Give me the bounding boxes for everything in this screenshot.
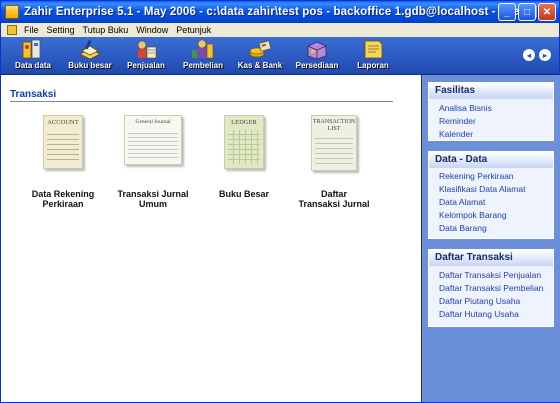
link-analisa-bisnis[interactable]: Analisa Bisnis <box>429 102 553 115</box>
menu-petunjuk[interactable]: Petunjuk <box>172 25 215 35</box>
data-icon <box>22 39 41 59</box>
sales-icon <box>137 40 157 59</box>
menu-window[interactable]: Window <box>132 25 172 35</box>
panel-title[interactable]: Daftar Transaksi <box>429 250 553 266</box>
doc-label: Transaksi Jurnal Umum <box>103 189 203 209</box>
toolbar-laporan-button[interactable]: Laporan <box>347 38 399 72</box>
toolbar-data-data-button[interactable]: Data data <box>7 38 59 72</box>
link-data-barang[interactable]: Data Barang <box>429 222 553 235</box>
doc-daftar-transaksi-jurnal[interactable]: TRANSACTION LIST Daftar Transaksi Jurnal <box>284 115 384 209</box>
doc-buku-besar[interactable]: LEDGER Buku Besar <box>194 115 294 199</box>
app-icon <box>5 5 19 19</box>
minimize-button[interactable]: _ <box>498 3 516 21</box>
toolbar-label: Penjualan <box>127 61 165 70</box>
link-daftar-piutang-usaha[interactable]: Daftar Piutang Usaha <box>429 295 553 308</box>
toolbar-label: Persediaan <box>295 61 339 70</box>
link-rekening-perkiraan[interactable]: Rekening Perkiraan <box>429 170 553 183</box>
doc-transaksi-jurnal[interactable]: General Journal Transaksi Jurnal Umum <box>103 115 203 209</box>
link-reminder[interactable]: Reminder <box>429 115 553 128</box>
app-window: Zahir Enterprise 5.1 - May 2006 - c:\dat… <box>0 0 560 403</box>
purchase-icon <box>192 39 214 59</box>
panel-fasilitas: Fasilitas Analisa Bisnis Reminder Kalend… <box>428 82 554 141</box>
toolbar-next-arrow-icon[interactable]: ▸ <box>539 49 551 61</box>
link-daftar-transaksi-penjualan[interactable]: Daftar Transaksi Penjualan <box>429 269 553 282</box>
window-title: Zahir Enterprise 5.1 - May 2006 - c:\dat… <box>24 6 538 18</box>
toolbar-persediaan-button[interactable]: Persediaan <box>291 38 343 72</box>
panel-daftar-transaksi: Daftar Transaksi Daftar Transaksi Penjua… <box>428 249 554 327</box>
toolbar-label: Buku besar <box>68 61 112 70</box>
account-document-icon: ACCOUNT <box>43 115 83 169</box>
module-toolbar: Data data Buku besar Penjualan Pembelian… <box>1 37 559 75</box>
link-daftar-transaksi-pembelian[interactable]: Daftar Transaksi Pembelian <box>429 282 553 295</box>
toolbar-pembelian-button[interactable]: Pembelian <box>177 38 229 72</box>
toolbar-buku-besar-button[interactable]: Buku besar <box>64 38 116 72</box>
doc-label-line2: Umum <box>138 199 167 209</box>
doc-header: LEDGER <box>231 119 257 126</box>
panel-title[interactable]: Data - Data <box>429 152 553 168</box>
cash-bank-icon <box>249 40 272 58</box>
doc-label: Daftar Transaksi Jurnal <box>284 189 384 209</box>
ledger-document-icon: LEDGER <box>224 115 264 169</box>
doc-label-line1: Data Rekening <box>31 189 95 199</box>
doc-label-line1: Buku Besar <box>218 189 270 199</box>
ledger-book-icon <box>79 39 101 60</box>
doc-label-line2: Perkiraan <box>42 199 84 209</box>
doc-header: General Journal <box>135 119 171 125</box>
doc-label: Buku Besar <box>194 189 294 199</box>
doc-header: ACCOUNT <box>47 119 79 126</box>
link-kelompok-barang[interactable]: Kelompok Barang <box>429 209 553 222</box>
toolbar-kas-bank-button[interactable]: Kas & Bank <box>234 38 286 72</box>
section-divider <box>10 101 393 102</box>
doc-label: Data Rekening Perkiraan <box>13 189 113 209</box>
doc-label-line1: Transaksi Jurnal <box>117 189 189 199</box>
doc-header: TRANSACTION LIST <box>312 119 356 132</box>
doc-label-line1: Daftar <box>320 189 347 199</box>
menu-setting[interactable]: Setting <box>43 25 79 35</box>
main-content: Transaksi ACCOUNT Data Rekening Perkiraa… <box>1 75 420 402</box>
doc-label-line2: Transaksi Jurnal <box>298 199 370 209</box>
toolbar-label: Laporan <box>357 61 389 70</box>
section-title: Transaksi <box>10 89 57 100</box>
link-daftar-hutang-usaha[interactable]: Daftar Hutang Usaha <box>429 308 553 321</box>
transaction-list-icon: TRANSACTION LIST <box>311 115 357 171</box>
menu-file[interactable]: File <box>20 25 43 35</box>
toolbar-prev-arrow-icon[interactable]: ◂ <box>523 49 535 61</box>
link-data-alamat[interactable]: Data Alamat <box>429 196 553 209</box>
toolbar-label: Pembelian <box>182 61 223 70</box>
link-klasifikasi-data-alamat[interactable]: Klasifikasi Data Alamat <box>429 183 553 196</box>
task-pane: Fasilitas Analisa Bisnis Reminder Kalend… <box>421 75 560 402</box>
panel-title[interactable]: Fasilitas <box>429 83 553 99</box>
menu-bar: File Setting Tutup Buku Window Petunjuk <box>1 23 559 37</box>
report-icon <box>364 40 383 59</box>
inventory-icon <box>307 41 327 60</box>
menu-tutup-buku[interactable]: Tutup Buku <box>79 25 133 35</box>
doc-data-rekening[interactable]: ACCOUNT Data Rekening Perkiraan <box>13 115 113 209</box>
toolbar-label: Kas & Bank <box>237 61 283 70</box>
journal-document-icon: General Journal <box>124 115 182 165</box>
panel-data-data: Data - Data Rekening Perkiraan Klasifika… <box>428 151 554 239</box>
title-bar[interactable]: Zahir Enterprise 5.1 - May 2006 - c:\dat… <box>1 1 559 23</box>
toolbar-label: Data data <box>14 61 51 70</box>
document-menu-icon[interactable] <box>7 25 17 35</box>
close-button[interactable]: ✕ <box>538 3 556 21</box>
toolbar-penjualan-button[interactable]: Penjualan <box>120 38 172 72</box>
link-kalender[interactable]: Kalender <box>429 128 553 141</box>
maximize-button[interactable]: □ <box>518 3 536 21</box>
